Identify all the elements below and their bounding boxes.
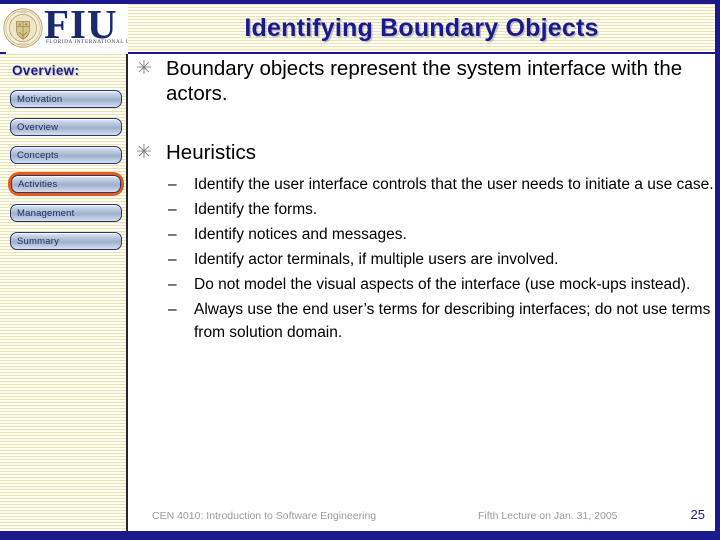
sub-bullet-item: – Identify notices and messages. xyxy=(166,223,715,246)
sub-bullet-text: Always use the end user’s terms for desc… xyxy=(194,301,711,341)
footer-lecture-label: Fifth Lecture on Jan. 31, 2005 xyxy=(478,510,618,522)
sidebar-item-button[interactable]: Management xyxy=(10,204,122,222)
sidebar-item-button[interactable]: Summary xyxy=(10,232,122,250)
bullet-item: ✳ Heuristics – Identify the user interface … xyxy=(130,140,715,344)
dash-bullet-icon: – xyxy=(168,301,177,318)
sidebar-item-label: Summary xyxy=(17,235,60,247)
sidebar-inner: Overview: Motivation Overview Concepts Acti… xyxy=(6,54,126,531)
sub-bullet-item: – Identify the forms. xyxy=(166,198,715,221)
bullet-item: ✳ Boundary objects represent the system i… xyxy=(130,56,715,106)
sidebar-item-button[interactable]: Concepts xyxy=(10,146,122,164)
sub-bullet-text: Do not model the visual aspects of the i… xyxy=(194,276,691,293)
sidebar-item-motivation[interactable]: Motivation xyxy=(8,88,124,110)
slide: FLORIDA UNIVERSITY FIU FLORIDA INTERNATI… xyxy=(0,0,720,540)
dash-bullet-icon: – xyxy=(168,226,177,243)
sub-bullet-item: – Identify the user interface controls th… xyxy=(166,173,715,196)
sidebar-heading: Overview: xyxy=(12,63,80,78)
bullet-text: Heuristics xyxy=(166,141,256,164)
asterisk-bullet-icon: ✳ xyxy=(136,58,152,79)
sidebar-item-button[interactable]: Activities xyxy=(11,175,121,193)
sidebar-item-label: Activities xyxy=(18,178,58,190)
sidebar: Overview: Motivation Overview Concepts Acti… xyxy=(0,54,128,531)
slide-right-border xyxy=(715,0,720,540)
svg-text:UNIVERSITY: UNIVERSITY xyxy=(17,44,30,46)
asterisk-bullet-icon: ✳ xyxy=(136,142,152,163)
sidebar-item-management[interactable]: Management xyxy=(8,202,124,224)
fiu-logo: FLORIDA UNIVERSITY FIU FLORIDA INTERNATI… xyxy=(0,4,128,52)
fiu-wordmark: FIU FLORIDA INTERNATIONAL UNIVERSITY xyxy=(44,4,128,50)
sub-bullet-item: – Do not model the visual aspects of the … xyxy=(166,273,715,296)
page-title: Identifying Boundary Objects xyxy=(244,13,599,42)
sub-bullet-list: – Identify the user interface controls th… xyxy=(166,173,715,344)
sub-bullet-text: Identify the user interface controls tha… xyxy=(194,176,714,193)
sub-bullet-item: – Always use the end user’s terms for des… xyxy=(166,298,715,344)
sub-bullet-text: Identify actor terminals, if multiple us… xyxy=(194,251,559,268)
dash-bullet-icon: – xyxy=(168,176,177,193)
sidebar-item-label: Management xyxy=(17,207,75,219)
sidebar-item-label: Motivation xyxy=(17,93,63,105)
footer-page-number: 25 xyxy=(690,507,705,522)
sub-bullet-text: Identify the forms. xyxy=(194,201,318,218)
sidebar-item-button[interactable]: Motivation xyxy=(10,90,122,108)
sidebar-item-activities[interactable]: Activities xyxy=(8,172,124,196)
sub-bullet-item: – Identify actor terminals, if multiple u… xyxy=(166,248,715,271)
fiu-subtext: FLORIDA INTERNATIONAL UNIVERSITY xyxy=(46,39,128,45)
dash-bullet-icon: – xyxy=(168,251,177,268)
bullet-spacer xyxy=(130,106,715,140)
dash-bullet-icon: – xyxy=(168,276,177,293)
sidebar-item-overview[interactable]: Overview xyxy=(8,116,124,138)
sidebar-item-label: Concepts xyxy=(17,149,59,161)
slide-bottom-border xyxy=(0,531,720,540)
bullet-text: Boundary objects represent the system in… xyxy=(166,57,683,105)
slide-footer: CEN 4010: Introduction to Software Engin… xyxy=(130,505,715,531)
sidebar-item-label: Overview xyxy=(17,121,59,133)
header-divider xyxy=(128,52,715,54)
fiu-seal-icon: FLORIDA UNIVERSITY xyxy=(3,8,43,48)
dash-bullet-icon: – xyxy=(168,201,177,218)
sidebar-item-summary[interactable]: Summary xyxy=(8,230,124,252)
slide-content: ✳ Boundary objects represent the system i… xyxy=(130,56,715,496)
fiu-letters: FIU xyxy=(44,4,118,47)
footer-course-label: CEN 4010: Introduction to Software Engin… xyxy=(152,510,377,522)
sub-bullet-text: Identify notices and messages. xyxy=(194,226,407,243)
sidebar-item-concepts[interactable]: Concepts xyxy=(8,144,124,166)
sidebar-nav-list: Motivation Overview Concepts Activities Mana… xyxy=(8,88,124,258)
sidebar-item-button[interactable]: Overview xyxy=(10,118,122,136)
bullet-list: ✳ Boundary objects represent the system i… xyxy=(130,56,715,344)
